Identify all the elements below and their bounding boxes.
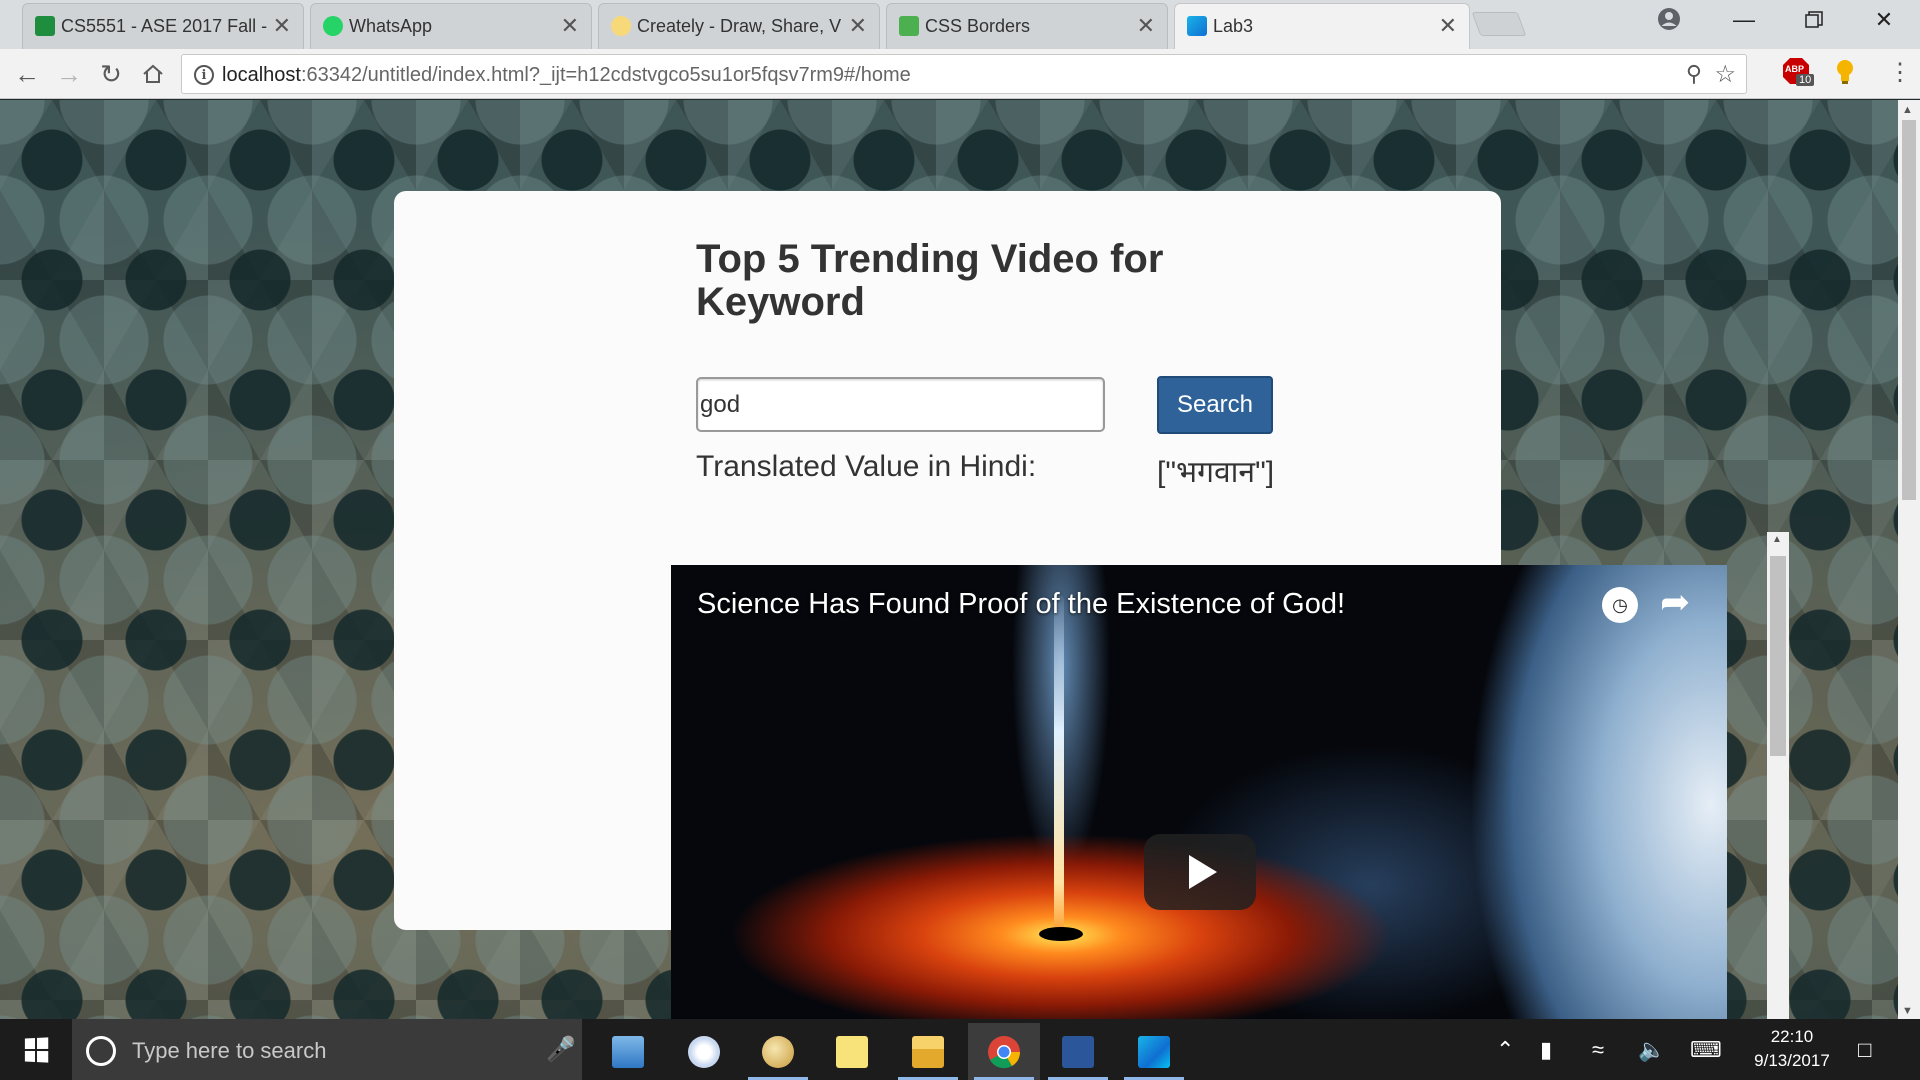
battery-icon[interactable]: ▮ — [1540, 1037, 1552, 1063]
word-glyph — [1062, 1035, 1094, 1068]
page-scrollbar[interactable]: ▲ ▼ — [1898, 100, 1920, 1019]
close-icon[interactable]: ✕ — [273, 13, 291, 39]
taskbar-search[interactable]: Type here to search 🎤 — [72, 1019, 582, 1080]
tab-title: Lab3 — [1213, 16, 1254, 36]
action-center-icon[interactable]: □ — [1858, 1037, 1871, 1063]
scroll-up-icon[interactable]: ▲ — [1902, 104, 1913, 116]
video-thumbnail-jet — [1054, 595, 1064, 935]
video-player[interactable]: Science Has Found Proof of the Existence… — [671, 565, 1727, 1019]
search-placeholder: Type here to search — [132, 1038, 327, 1063]
url-text: localhost:63342/untitled/index.html?_ijt… — [222, 64, 911, 87]
sheets-icon — [35, 16, 55, 36]
reload-button[interactable]: ↻ — [94, 57, 128, 91]
paint-glyph — [688, 1035, 720, 1068]
webstorm-glyph — [1138, 1035, 1170, 1068]
adblock-label: ABP — [1785, 64, 1805, 74]
show-hidden-icons-icon[interactable]: ⌃ — [1496, 1037, 1514, 1063]
keyboard-icon[interactable]: ⌨ — [1690, 1037, 1722, 1063]
sticky-notes-glyph — [836, 1035, 868, 1068]
paint-icon[interactable] — [668, 1023, 740, 1080]
url-path: :63342/untitled/index.html?_ijt=h12cdstv… — [300, 64, 911, 86]
share-icon[interactable]: ➦ — [1660, 581, 1690, 623]
video-title[interactable]: Science Has Found Proof of the Existence… — [697, 588, 1345, 621]
info-icon[interactable]: i — [194, 65, 214, 85]
clock-time: 22:10 — [1770, 1027, 1814, 1046]
translation-value: ["भगवान"] — [1157, 456, 1275, 489]
frame-scrollbar-thumb[interactable] — [1770, 556, 1786, 756]
tab-creately[interactable]: Creately - Draw, Share, V ✕ — [598, 3, 880, 49]
close-window-button[interactable]: ✕ — [1854, 0, 1914, 40]
tab-lab3[interactable]: Lab3 ✕ — [1174, 3, 1470, 49]
browser-toolbar: ← → ↻ i localhost:63342/untitled/index.h… — [0, 49, 1920, 99]
watch-later-icon[interactable]: ◷ — [1602, 587, 1638, 623]
windows-logo-icon — [24, 1036, 49, 1063]
file-explorer-icon[interactable] — [892, 1023, 964, 1080]
video-thumbnail-core — [1039, 927, 1083, 941]
webstorm-icon[interactable] — [1118, 1023, 1190, 1080]
control-panel-glyph — [612, 1035, 644, 1068]
tab-title: CS5551 - ASE 2017 Fall - — [61, 16, 268, 36]
microphone-icon[interactable]: 🎤 — [546, 1035, 576, 1064]
extension-badge: 10 — [1796, 74, 1815, 86]
chrome-logo — [988, 1035, 1021, 1068]
restore-icon — [1805, 11, 1823, 28]
new-tab-button[interactable] — [1471, 12, 1527, 36]
address-bar[interactable]: i localhost:63342/untitled/index.html?_i… — [181, 54, 1747, 94]
lightbulb-extension-icon[interactable] — [1836, 59, 1854, 85]
cortana-icon — [86, 1036, 116, 1066]
sticky-notes-icon[interactable] — [816, 1023, 888, 1080]
palette-glyph — [762, 1035, 794, 1068]
paint-palette-icon[interactable] — [742, 1023, 814, 1080]
creately-icon — [611, 16, 631, 36]
zoom-icon[interactable]: ⚲ — [1686, 61, 1702, 87]
tab-cs5551[interactable]: CS5551 - ASE 2017 Fall - ✕ — [22, 3, 304, 49]
profile-icon[interactable] — [1657, 7, 1681, 31]
close-icon[interactable]: ✕ — [561, 13, 579, 39]
whatsapp-icon — [323, 16, 343, 36]
frame-scroll-up-icon[interactable]: ▲ — [1772, 534, 1782, 545]
translation-label: Translated Value in Hindi: — [696, 450, 1037, 483]
windows-taskbar: Type here to search 🎤 ⌃ ▮ ≈ 🔈 ⌨ 22:10 9/… — [0, 1019, 1920, 1080]
tab-strip: CS5551 - ASE 2017 Fall - ✕ WhatsApp ✕ Cr… — [0, 0, 1920, 49]
play-icon — [1189, 855, 1217, 889]
webstorm-icon — [1187, 16, 1207, 36]
volume-icon[interactable]: 🔈 — [1638, 1037, 1665, 1063]
tab-title: CSS Borders — [925, 16, 1031, 36]
word-icon[interactable] — [1042, 1023, 1114, 1080]
home-button[interactable] — [136, 57, 170, 91]
scroll-down-icon[interactable]: ▼ — [1902, 1005, 1913, 1017]
restore-button[interactable] — [1784, 0, 1844, 40]
control-panel-icon[interactable] — [592, 1023, 664, 1080]
close-icon[interactable]: ✕ — [1137, 13, 1155, 39]
tab-title: Creately - Draw, Share, V — [637, 16, 842, 36]
bookmark-star-icon[interactable]: ☆ — [1714, 60, 1736, 89]
home-icon — [143, 64, 163, 83]
close-icon[interactable]: ✕ — [849, 13, 867, 39]
folder-glyph — [912, 1035, 944, 1068]
forward-button[interactable]: → — [52, 57, 86, 91]
w3schools-icon — [899, 16, 919, 36]
tab-css-borders[interactable]: CSS Borders ✕ — [886, 3, 1168, 49]
close-icon[interactable]: ✕ — [1439, 13, 1457, 39]
page-title: Top 5 Trending Video for Keyword — [696, 237, 1164, 324]
tab-title: WhatsApp — [349, 16, 433, 36]
url-host: localhost — [222, 64, 301, 86]
start-button[interactable] — [0, 1019, 72, 1080]
lightbulb-icon — [1837, 60, 1853, 84]
chrome-menu-icon[interactable]: ⋮ — [1888, 58, 1912, 87]
back-button[interactable]: ← — [10, 57, 44, 91]
clock-date: 9/13/2017 — [1754, 1051, 1830, 1070]
system-clock[interactable]: 22:10 9/13/2017 — [1742, 1025, 1842, 1073]
wifi-icon[interactable]: ≈ — [1592, 1037, 1604, 1063]
adblock-plus-icon[interactable]: ABP 10 — [1782, 57, 1815, 86]
chrome-icon[interactable] — [968, 1023, 1040, 1080]
tab-whatsapp[interactable]: WhatsApp ✕ — [310, 3, 592, 49]
keyword-input[interactable] — [696, 377, 1105, 432]
play-button[interactable] — [1144, 834, 1256, 910]
search-button[interactable]: Search — [1157, 376, 1273, 434]
minimize-button[interactable]: — — [1714, 0, 1774, 40]
scrollbar-thumb[interactable] — [1902, 120, 1916, 500]
frame-scrollbar[interactable]: ▲ — [1767, 532, 1789, 1019]
